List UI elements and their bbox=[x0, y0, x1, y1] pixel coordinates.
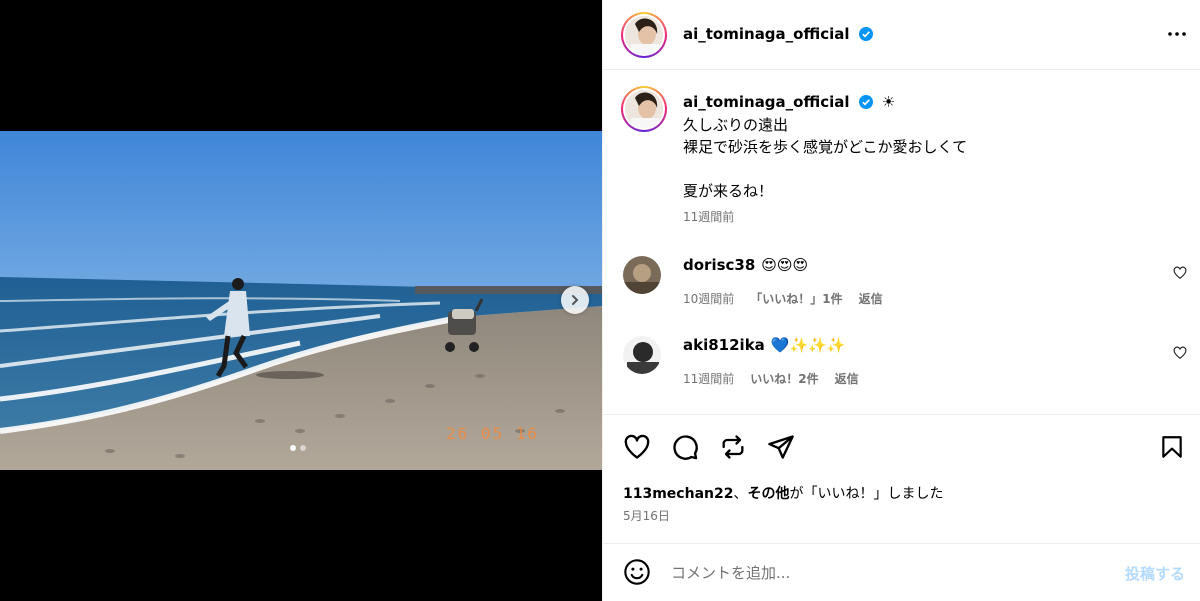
post-media: 26 05 16 bbox=[0, 0, 602, 601]
photo-date-stamp: 26 05 16 bbox=[446, 424, 540, 443]
chevron-right-icon bbox=[572, 295, 579, 305]
comment-username[interactable]: aki812ika bbox=[683, 336, 765, 354]
post-comment-button[interactable]: 投稿する bbox=[1125, 563, 1185, 584]
liked-by-text: 113mechan22、その他が「いいね！」しました bbox=[623, 483, 943, 503]
comment-likes[interactable]: 「いいね！」1件 bbox=[750, 290, 842, 307]
comment-time[interactable]: 10週間前 bbox=[683, 290, 734, 307]
comment-avatar[interactable] bbox=[623, 256, 661, 294]
comment-bubble-icon[interactable] bbox=[671, 433, 699, 461]
avatar[interactable] bbox=[621, 12, 667, 58]
carousel-dot bbox=[300, 445, 306, 451]
smiley-icon[interactable] bbox=[623, 558, 651, 586]
comment-likes[interactable]: いいね！2件 bbox=[750, 370, 818, 387]
paper-plane-icon[interactable] bbox=[767, 433, 795, 461]
comment-username[interactable]: dorisc38 bbox=[683, 256, 755, 274]
reply-button[interactable]: 返信 bbox=[859, 290, 883, 307]
verified-badge-icon bbox=[858, 27, 873, 41]
verified-badge-icon bbox=[858, 95, 873, 109]
more-horizontal-icon[interactable] bbox=[1167, 24, 1187, 44]
liked-by-suffix: が「いいね！」しました bbox=[789, 486, 944, 502]
header-username[interactable]: ai_tominaga_official bbox=[683, 25, 850, 43]
comment-item: dorisc38 😍😍😍 10週間前 「いいね！」1件 返信 bbox=[603, 256, 1200, 316]
comment-avatar[interactable] bbox=[623, 336, 661, 374]
caption-text: 久しぶりの遠出 裸足で砂浜を歩く感覚がどこか愛おしくて 夏が来るね！ bbox=[683, 116, 968, 200]
add-comment-bar: 投稿する bbox=[603, 543, 1200, 601]
comment-time[interactable]: 11週間前 bbox=[683, 370, 734, 387]
bookmark-icon[interactable] bbox=[1159, 433, 1185, 461]
reply-button[interactable]: 返信 bbox=[835, 370, 859, 387]
liked-by-separator: 、 bbox=[733, 486, 748, 502]
caption-time[interactable]: 11週間前 bbox=[683, 208, 734, 225]
repost-icon[interactable] bbox=[719, 433, 747, 461]
beach-photo[interactable] bbox=[0, 131, 602, 470]
liked-by-user[interactable]: 113mechan22 bbox=[623, 486, 733, 502]
heart-icon[interactable] bbox=[623, 433, 651, 461]
comment-text: 😍😍😍 bbox=[761, 256, 809, 274]
caption-username[interactable]: ai_tominaga_official bbox=[683, 93, 850, 111]
comment-like-icon[interactable] bbox=[1173, 346, 1187, 360]
post-side-panel: ai_tominaga_official ai_tominaga_officia… bbox=[602, 0, 1200, 601]
carousel-indicator bbox=[290, 445, 306, 451]
post-header: ai_tominaga_official bbox=[603, 0, 1200, 70]
comment-like-icon[interactable] bbox=[1173, 266, 1187, 280]
comment-input[interactable] bbox=[671, 561, 1091, 585]
next-photo-button[interactable] bbox=[561, 286, 589, 314]
comment-item: aki812ika 💙✨✨✨ 11週間前 いいね！2件 返信 bbox=[603, 336, 1200, 396]
caption-avatar[interactable] bbox=[621, 86, 667, 132]
comment-text: 💙✨✨✨ bbox=[770, 336, 846, 354]
carousel-dot-active bbox=[290, 445, 296, 451]
post-date[interactable]: 5月16日 bbox=[623, 507, 670, 524]
post-actions: 113mechan22、その他が「いいね！」しました 5月16日 bbox=[603, 414, 1200, 546]
sun-emoji: ☀ bbox=[881, 93, 896, 111]
liked-by-others[interactable]: その他 bbox=[747, 486, 789, 502]
